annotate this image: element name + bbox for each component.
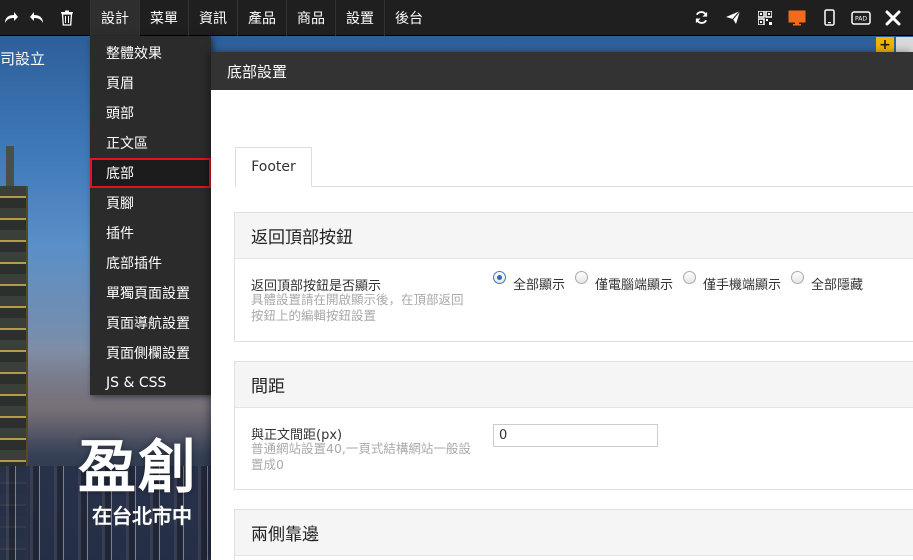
spacing-section: 間距 與正文間距(px) 普通網站設置40,一頁式結構網站一般設置成0 bbox=[234, 361, 913, 490]
pad-icon[interactable]: PAD bbox=[845, 0, 877, 36]
bottom-settings-panel: 底部設置 Footer 返回頂部按鈕 返回頂部按鈕是否顯示 具體設置請在開啟顯示… bbox=[211, 52, 913, 560]
back-to-top-section: 返回頂部按鈕 返回頂部按鈕是否顯示 具體設置請在開啟顯示後，在頂部返回按鈕上的編… bbox=[234, 212, 913, 342]
secondary-handle[interactable] bbox=[896, 37, 913, 53]
close-icon[interactable] bbox=[877, 0, 909, 36]
dropdown-item-bottom[interactable]: 底部 bbox=[90, 158, 211, 188]
dropdown-item-page-sidebar[interactable]: 頁面側欄設置 bbox=[90, 338, 211, 368]
section-title: 返回頂部按鈕 bbox=[235, 213, 913, 259]
menu-products[interactable]: 產品 bbox=[237, 0, 286, 36]
radio-hide-all[interactable]: 全部隱藏 bbox=[791, 271, 863, 293]
radio-mobile-only[interactable]: 僅手機端顯示 bbox=[683, 271, 781, 293]
hero-subtitle: 在台北市中 bbox=[92, 504, 192, 528]
send-icon[interactable] bbox=[717, 0, 749, 36]
spacing-input[interactable] bbox=[493, 424, 658, 447]
dropdown-item-page-header[interactable]: 頁眉 bbox=[90, 68, 211, 98]
dropdown-item-footer[interactable]: 頁腳 bbox=[90, 188, 211, 218]
panel-title: 底部設置 bbox=[211, 52, 913, 90]
dropdown-item-plugins[interactable]: 插件 bbox=[90, 218, 211, 248]
field-help: 具體設置請在開啟顯示後，在頂部返回按鈕上的編輯按鈕設置 bbox=[251, 292, 464, 323]
side-edge-section: 兩側靠邊 bbox=[234, 509, 913, 560]
dropdown-item-js-css[interactable]: JS & CSS bbox=[90, 368, 211, 398]
dropdown-item-overall[interactable]: 整體效果 bbox=[90, 38, 211, 68]
menu-goods[interactable]: 商品 bbox=[286, 0, 335, 36]
dropdown-item-single-page[interactable]: 單獨頁面設置 bbox=[90, 278, 211, 308]
menu-menu[interactable]: 菜單 bbox=[139, 0, 188, 36]
section-title: 兩側靠邊 bbox=[235, 510, 913, 556]
dropdown-item-head[interactable]: 頭部 bbox=[90, 98, 211, 128]
mobile-icon[interactable] bbox=[813, 0, 845, 36]
site-brand-text: 司設立 bbox=[0, 50, 46, 68]
dropdown-item-body[interactable]: 正文區 bbox=[90, 128, 211, 158]
radio-circle[interactable] bbox=[683, 271, 697, 284]
tab-divider bbox=[235, 186, 913, 187]
radio-circle[interactable] bbox=[791, 271, 805, 284]
display-radio-group: 全部顯示 僅電腦端顯示 僅手機端顯示 全部隱藏 bbox=[493, 271, 873, 293]
qrcode-icon[interactable] bbox=[749, 0, 781, 36]
desktop-icon[interactable] bbox=[781, 0, 813, 36]
menu-backend[interactable]: 後台 bbox=[384, 0, 433, 36]
hero-title: 盈創 bbox=[78, 433, 199, 501]
menu-info[interactable]: 資訊 bbox=[188, 0, 237, 36]
dropdown-item-bottom-plugins[interactable]: 底部插件 bbox=[90, 248, 211, 278]
pad-icon-label: PAD bbox=[855, 15, 867, 22]
menu-settings[interactable]: 設置 bbox=[335, 0, 384, 36]
undo-icon[interactable] bbox=[22, 0, 52, 36]
trash-icon[interactable] bbox=[52, 0, 82, 36]
radio-pc-only[interactable]: 僅電腦端顯示 bbox=[575, 271, 673, 293]
radio-show-all[interactable]: 全部顯示 bbox=[493, 271, 565, 293]
redo-icon[interactable] bbox=[0, 0, 22, 36]
radio-circle[interactable] bbox=[493, 271, 506, 284]
radio-circle[interactable] bbox=[575, 271, 589, 284]
section-title: 間距 bbox=[235, 362, 913, 408]
top-toolbar: 設計 菜單 資訊 產品 商品 設置 後台 PAD bbox=[0, 0, 913, 36]
design-dropdown-menu: 整體效果 頁眉 頭部 正文區 底部 頁腳 插件 底部插件 單獨頁面設置 頁面導航… bbox=[90, 36, 211, 395]
tower-spire bbox=[6, 146, 14, 188]
tab-footer[interactable]: Footer bbox=[235, 147, 312, 187]
field-help: 普通網站設置40,一頁式結構網站一般設置成0 bbox=[251, 441, 471, 472]
add-icon[interactable]: + bbox=[876, 37, 894, 53]
menu-design[interactable]: 設計 bbox=[90, 0, 139, 36]
refresh-icon[interactable] bbox=[685, 0, 717, 36]
toolbar-right-group: PAD bbox=[685, 0, 913, 36]
dropdown-item-page-nav[interactable]: 頁面導航設置 bbox=[90, 308, 211, 338]
